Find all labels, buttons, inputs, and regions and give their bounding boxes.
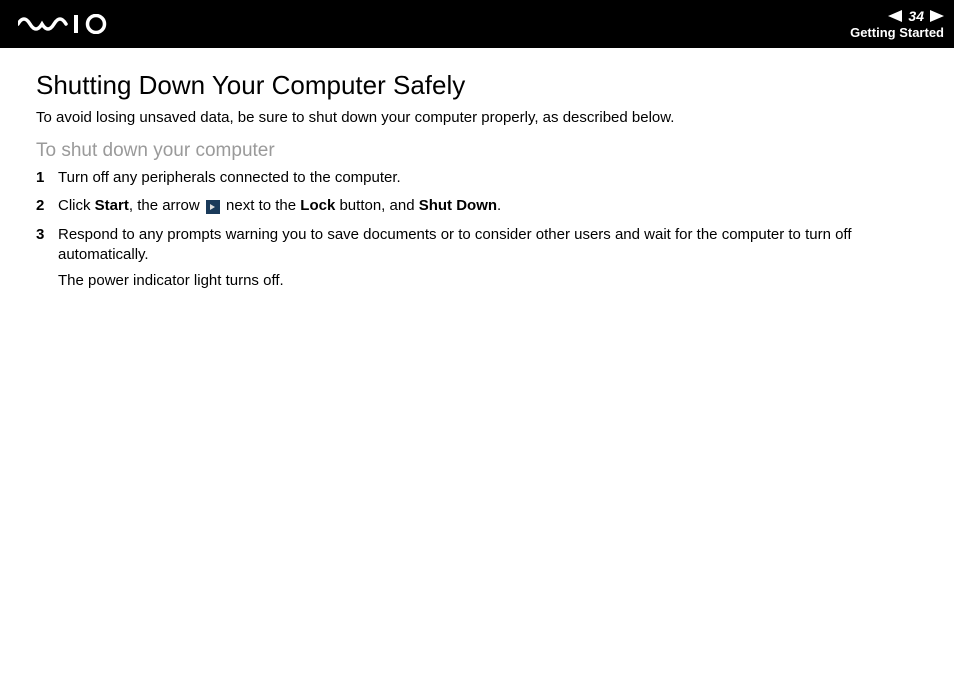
vaio-logo-svg bbox=[18, 14, 114, 34]
intro-text: To avoid losing unsaved data, be sure to… bbox=[36, 109, 922, 126]
step-2-text-d: next to the bbox=[222, 197, 300, 214]
step-1: Turn off any peripherals connected to th… bbox=[36, 168, 922, 188]
step-2-text-a: Click bbox=[58, 197, 95, 214]
step-2-text-h: . bbox=[497, 197, 501, 214]
page-number: 34 bbox=[908, 9, 924, 23]
next-page-icon[interactable] bbox=[930, 10, 944, 22]
page-title: Shutting Down Your Computer Safely bbox=[36, 70, 922, 101]
step-2-text-f: button, and bbox=[335, 197, 418, 214]
header-bar: 34 Getting Started bbox=[0, 0, 954, 48]
arrow-icon bbox=[206, 200, 220, 214]
subtitle: To shut down your computer bbox=[36, 140, 922, 162]
prev-page-icon[interactable] bbox=[888, 10, 902, 22]
step-2-shutdown: Shut Down bbox=[419, 197, 497, 214]
step-3: Respond to any prompts warning you to sa… bbox=[36, 225, 922, 292]
steps-list: Turn off any peripherals connected to th… bbox=[36, 168, 922, 291]
step-1-text: Turn off any peripherals connected to th… bbox=[58, 169, 401, 186]
step-2-start: Start bbox=[95, 197, 129, 214]
header-right: 34 Getting Started bbox=[850, 9, 944, 40]
content: Shutting Down Your Computer Safely To av… bbox=[0, 48, 954, 291]
step-2-lock: Lock bbox=[300, 197, 335, 214]
page-nav: 34 bbox=[850, 9, 944, 23]
section-label: Getting Started bbox=[850, 25, 944, 40]
step-3-text-a: Respond to any prompts warning you to sa… bbox=[58, 226, 851, 263]
step-3-text-b: The power indicator light turns off. bbox=[58, 271, 922, 291]
vaio-logo bbox=[18, 14, 114, 34]
step-2-text-c: , the arrow bbox=[129, 197, 204, 214]
step-2: Click Start, the arrow next to the Lock … bbox=[36, 196, 922, 216]
